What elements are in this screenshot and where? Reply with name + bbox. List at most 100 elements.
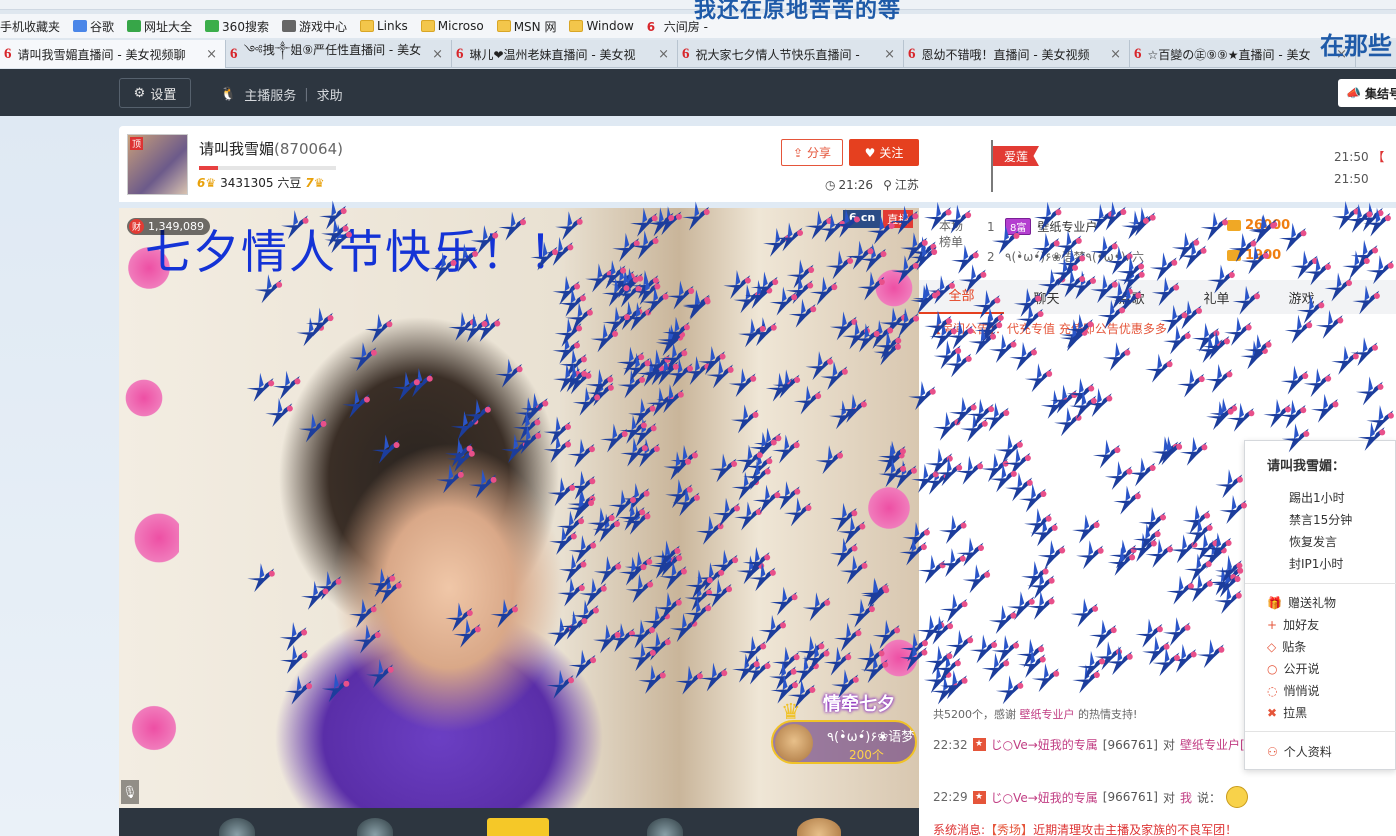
gift-item[interactable] <box>219 818 255 836</box>
live-video[interactable]: 七夕情人节快乐！！ 财 1,349,089 6.cn 直播 ♛ 情牵七夕 ٩(•… <box>119 208 919 808</box>
penguin-icon: 🐧 <box>220 87 237 102</box>
bookmark-item[interactable]: 网址大全 <box>127 18 192 35</box>
tab-close-icon[interactable]: × <box>884 47 895 62</box>
settings-button[interactable]: ⚙ 设置 <box>119 78 191 108</box>
bookmark-item[interactable]: Microso <box>420 19 484 33</box>
menu-mute-15m[interactable]: 禁言15分钟 <box>1289 511 1352 528</box>
menu-sticker[interactable]: ◇ 贴条 <box>1267 638 1306 655</box>
microphone-icon[interactable]: 🎙 <box>121 780 139 804</box>
gift-count: 200个 <box>849 748 884 762</box>
message-user[interactable]: じ○Ve→妞我的专属 <box>991 736 1098 753</box>
six-logo-icon: 6 <box>456 45 464 62</box>
overlay-lyric-top: 我还在原地苦苦的等 <box>694 0 902 23</box>
help-link[interactable]: 求助 <box>317 85 343 104</box>
six-logo-icon: 6 <box>682 45 690 62</box>
follow-button[interactable]: ♥ 关注 <box>849 139 919 166</box>
browser-tab[interactable]: 6 请叫我雪媚直播间 - 美女视频聊 × <box>0 40 226 68</box>
whisper-icon: ◌ <box>1267 683 1278 698</box>
menu-divider <box>1245 583 1396 584</box>
gift-item[interactable] <box>797 818 841 836</box>
gift-icon: 🎁 <box>1267 595 1282 610</box>
rank-level-badge: 8富 <box>1005 218 1032 235</box>
menu-profile[interactable]: ⚇ 个人资料 <box>1267 743 1332 760</box>
menu-add-friend[interactable]: + 加好友 <box>1267 616 1319 633</box>
side-time-1: 21:50 【 <box>1334 150 1385 164</box>
bookmark-item[interactable]: 游戏中心 <box>281 18 347 35</box>
ranking-row[interactable]: 1 8富 壁纸专业户 <box>987 218 1097 235</box>
six-logo-icon: 6 <box>646 20 656 34</box>
bookmark-label: 游戏中心 <box>298 19 347 34</box>
menu-ban-ip-1h[interactable]: 封IP1小时 <box>1289 555 1343 572</box>
share-button[interactable]: ⇪ 分享 <box>781 139 843 166</box>
jizhan-button[interactable]: 📣 集结号 <box>1338 79 1396 107</box>
tab-all[interactable]: 全部 <box>919 280 1004 314</box>
tab-close-icon[interactable]: × <box>432 47 443 62</box>
bookmark-item[interactable]: Window <box>569 19 634 33</box>
menu-send-gift[interactable]: 🎁 赠送礼物 <box>1267 594 1336 611</box>
tab-close-icon[interactable]: × <box>1110 47 1121 62</box>
flag-area: 爱莲 21:50 【 21:50 <box>919 126 1396 202</box>
message-target[interactable]: 我 <box>1180 789 1192 806</box>
folder-icon <box>420 20 435 32</box>
menu-unmute[interactable]: 恢复发言 <box>1289 533 1337 550</box>
menu-block[interactable]: ✖ 拉黑 <box>1267 704 1307 721</box>
host-avatar[interactable]: 顶 <box>127 134 188 195</box>
location-pin-icon: ⚲ <box>883 177 892 192</box>
rank-amount: 1900 <box>1227 248 1281 263</box>
wealth-level-badge: 6♛ <box>197 175 217 190</box>
horn-icon: 📣 <box>1346 86 1361 100</box>
folder-icon <box>359 20 374 32</box>
wealth-icon: 财 <box>129 219 144 234</box>
follow-label: 关注 <box>879 146 904 160</box>
tab-close-icon[interactable]: × <box>206 47 217 62</box>
star-level-badge: 7♛ <box>305 175 325 190</box>
gift-item[interactable] <box>647 818 683 836</box>
bookmark-item[interactable]: 手机收藏夹 <box>0 18 60 35</box>
message-say: 说： <box>1196 790 1221 805</box>
menu-kick-1h[interactable]: 踢出1小时 <box>1289 489 1345 506</box>
chat-message: 22:32 ★ じ○Ve→妞我的专属 [966761] 对 壁纸专业户[15 <box>933 736 1260 753</box>
tab-games[interactable]: 游戏 <box>1259 288 1344 307</box>
gift-caption: 情牵七夕 <box>823 694 895 715</box>
bookmark-item[interactable]: MSN 网 <box>496 18 556 35</box>
heart-icon: ♥ <box>864 145 876 160</box>
bookmark-item[interactable]: Links <box>359 19 408 33</box>
gift-item[interactable] <box>487 818 549 836</box>
bookmark-item[interactable]: 谷歌 <box>73 18 114 35</box>
browser-tab[interactable]: 6 祝大家七夕情人节快乐直播间 - × <box>678 40 904 68</box>
tab-gift-list[interactable]: 礼单 <box>1174 288 1259 307</box>
chat-bubble-icon: ○ <box>1267 661 1278 676</box>
thanks-user[interactable]: 壁纸专业户 <box>1020 708 1075 721</box>
gift-item[interactable] <box>357 818 393 836</box>
menu-divider <box>1245 731 1396 732</box>
live-location: ⚲ 江苏 <box>883 177 919 193</box>
tab-title: 琳儿❤温州老妹直播间 - 美女视 <box>469 47 636 62</box>
tab-chat[interactable]: 聊天 <box>1004 288 1089 307</box>
message-user[interactable]: じ○Ve→妞我的专属 <box>991 789 1098 806</box>
anchor-service-link[interactable]: 主播服务 <box>244 85 296 104</box>
menu-whisper[interactable]: ◌ 悄悄说 <box>1267 682 1320 699</box>
browser-tab[interactable]: 6 琳儿❤温州老妹直播间 - 美女视 × <box>452 40 678 68</box>
browser-tab[interactable]: 6 恩幼不错哦！直播间 - 美女视频 × <box>904 40 1130 68</box>
viewer-count: 财 1,349,089 <box>127 218 210 235</box>
rank-number: 2 <box>987 249 995 264</box>
fan-flag[interactable]: 爱莲 <box>993 146 1039 166</box>
menu-public-chat[interactable]: ○ 公开说 <box>1267 660 1320 677</box>
browser-tab[interactable]: 6 ༺拽༒姐⑨严任性直播间 - 美女 × <box>226 40 452 68</box>
tag-icon: ◇ <box>1267 639 1277 654</box>
bookmark-label: Window <box>586 19 634 33</box>
tab-songs[interactable]: 点歌 <box>1089 288 1174 307</box>
level-progress-fill <box>199 166 219 170</box>
ranking-row[interactable]: 2 ٩(•̀ω•́)۶❀语梦٩(•̀ω•́)۶六 <box>987 248 1144 265</box>
chat-tabs: 全部 聊天 点歌 礼单 游戏 <box>919 280 1396 314</box>
system-message: 系统消息:【秀场】近期清理攻击主播及家族的不良军团！ <box>933 823 1238 836</box>
bookmark-item[interactable]: 360搜索 <box>205 18 269 35</box>
brand-logo: 6.cn <box>843 210 882 228</box>
message-action: 对 <box>1162 738 1175 752</box>
smile-emoji-icon <box>1226 786 1248 808</box>
tab-title: 祝大家七夕情人节快乐直播间 - <box>695 47 860 62</box>
side-times: 21:50 【 21:50 <box>1334 146 1384 190</box>
message-time: 22:29 <box>933 790 968 804</box>
folder-icon <box>496 20 511 32</box>
tab-close-icon[interactable]: × <box>658 47 669 62</box>
